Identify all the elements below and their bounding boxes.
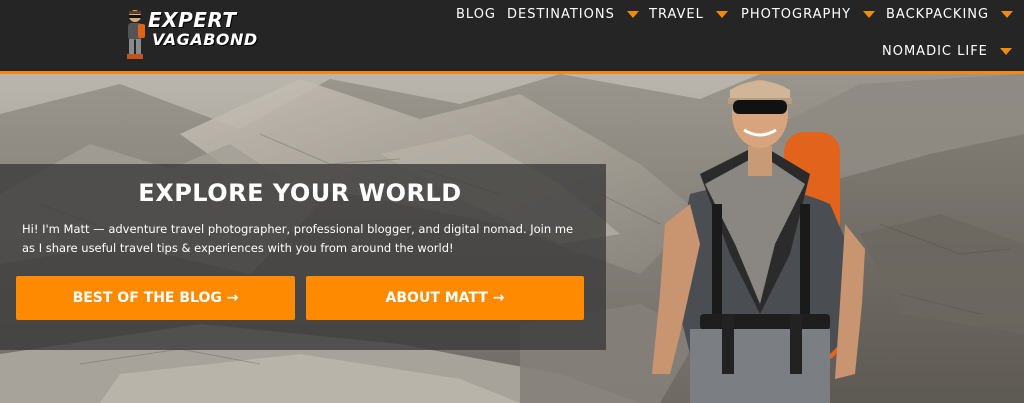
nav-nomadic-life[interactable]: NOMADIC LIFE	[882, 44, 1012, 59]
caret-down-icon	[999, 48, 1012, 55]
nav-label: NOMADIC LIFE	[882, 44, 988, 59]
mascot-figure-icon	[127, 10, 145, 59]
site-logo[interactable]: EXPERT VAGABOND	[120, 6, 257, 60]
site-header: EXPERT VAGABOND BLOG DESTINATIONS TRAVEL…	[0, 0, 1024, 74]
button-label: BEST OF THE BLOG →	[72, 290, 239, 306]
nav-label: DESTINATIONS	[507, 7, 615, 22]
best-of-blog-button[interactable]: BEST OF THE BLOG →	[16, 276, 295, 320]
nav-destinations[interactable]: DESTINATIONS	[507, 7, 639, 22]
nav-label: PHOTOGRAPHY	[741, 7, 852, 22]
logo-wordmark: EXPERT VAGABOND	[148, 10, 258, 50]
nav-label: TRAVEL	[649, 7, 704, 22]
logo-line-1: EXPERT	[148, 8, 237, 32]
button-label: ABOUT MATT →	[385, 290, 505, 306]
caret-down-icon	[626, 11, 639, 18]
caret-down-icon	[715, 11, 728, 18]
nav-label: BACKPACKING	[886, 7, 990, 22]
caret-down-icon	[1001, 11, 1014, 18]
nav-label: BLOG	[456, 7, 497, 22]
nav-photography[interactable]: PHOTOGRAPHY	[741, 7, 876, 22]
hero-title: EXPLORE YOUR WORLD	[138, 179, 462, 207]
nav-backpacking[interactable]: BACKPACKING	[886, 7, 1014, 22]
logo-line-2: VAGABOND	[152, 30, 258, 49]
nav-blog[interactable]: BLOG	[456, 7, 496, 22]
nav-travel[interactable]: TRAVEL	[649, 7, 728, 22]
about-matt-button[interactable]: ABOUT MATT →	[306, 276, 584, 320]
caret-down-icon	[863, 11, 876, 18]
hero-intro-text: Hi! I'm Matt — adventure travel photogra…	[22, 222, 574, 255]
